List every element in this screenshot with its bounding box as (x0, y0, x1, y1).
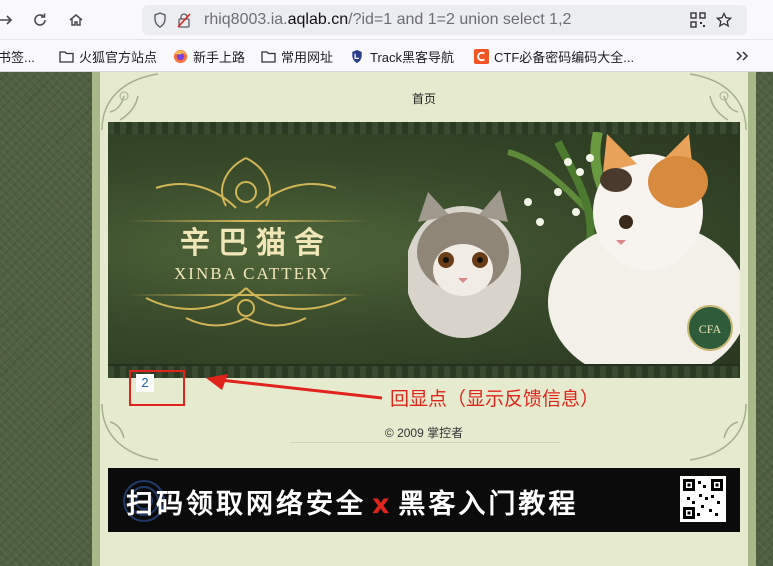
promo-banner[interactable]: 扫码领取网络安全 x 黑客入门教程 (108, 468, 740, 532)
bookmark-item[interactable]: 书签... (0, 47, 35, 65)
browser-toolbar: rhiq8003.ia.aqlab.cn/?id=1 and 1=2 union… (0, 0, 773, 40)
banner-chinese-title: 辛巴猫舍 (180, 226, 332, 261)
bookmarks-bar: 书签... 火狐官方站点 新手上路 常用网址 Track黑客导航 CTF必备密码… (0, 40, 773, 72)
folder-icon (260, 48, 276, 64)
gold-divider (128, 294, 368, 296)
svg-text:CFA: CFA (699, 322, 722, 336)
nav-home-link[interactable]: 首页 (100, 90, 748, 107)
bookmark-item[interactable]: Track黑客导航 (349, 47, 454, 65)
bookmark-label: CTF必备密码编码大全... (494, 49, 635, 65)
promo-right-text: 黑客入门教程 (398, 489, 579, 520)
footer-divider (290, 442, 560, 443)
bookmark-label: 新手上路 (193, 49, 246, 65)
shield-icon (349, 48, 365, 64)
insecure-lock-icon[interactable] (176, 12, 192, 28)
url-path: /?id=1 and 1=2 union select 1,2 (348, 11, 572, 28)
forward-icon[interactable] (0, 8, 18, 32)
url-domain: aqlab.cn (287, 11, 349, 28)
banner-english-title: XINBA CATTERY (174, 264, 333, 283)
copyright-text: © 2009 掌控者 (384, 426, 464, 440)
site-container: 首页 辛巴猫舍 XINBA CATTERY CFA 2 回显点（显示反馈信息） … (100, 72, 748, 566)
promo-text: 扫码领取网络安全 x 黑客入门教程 (126, 482, 578, 521)
banner-border (108, 366, 740, 378)
cattery-banner: 辛巴猫舍 XINBA CATTERY CFA (108, 122, 740, 378)
bookmark-item[interactable]: 常用网址 (260, 47, 333, 65)
url-text[interactable]: rhiq8003.ia.aqlab.cn/?id=1 and 1=2 union… (204, 11, 571, 29)
url-bar[interactable]: rhiq8003.ia.aqlab.cn/?id=1 and 1=2 union… (142, 5, 747, 35)
qr-code[interactable] (680, 476, 726, 522)
bookmark-item[interactable]: 火狐官方站点 (58, 47, 157, 65)
qr-code-icon[interactable] (690, 12, 706, 28)
qr-code-icon (683, 479, 723, 519)
site-frame: 首页 辛巴猫舍 XINBA CATTERY CFA 2 回显点（显示反馈信息） … (92, 72, 756, 566)
red-arrow-icon (206, 374, 383, 400)
promo-x: x (372, 489, 393, 520)
bookmark-item[interactable]: 新手上路 (172, 47, 245, 65)
reload-icon[interactable] (28, 8, 52, 32)
firefox-icon (172, 48, 188, 64)
promo-left-text: 扫码领取网络安全 (126, 489, 366, 520)
page-background: 首页 辛巴猫舍 XINBA CATTERY CFA 2 回显点（显示反馈信息） … (0, 72, 773, 566)
shield-icon[interactable] (152, 12, 168, 28)
cat-photo: CFA (408, 132, 740, 364)
echo-value: 2 (136, 374, 154, 392)
star-bookmark-icon[interactable] (716, 12, 732, 28)
folder-icon (58, 48, 74, 64)
bookmark-label: Track黑客导航 (370, 49, 455, 65)
annotation-label: 回显点（显示反馈信息） (390, 389, 600, 410)
c-logo-icon (473, 48, 489, 64)
bookmark-label: 火狐官方站点 (79, 49, 158, 65)
bookmark-label: 常用网址 (281, 49, 334, 65)
bookmark-item[interactable]: CTF必备密码编码大全... (473, 47, 634, 65)
more-bookmarks-icon[interactable] (735, 47, 749, 65)
home-icon[interactable] (64, 8, 88, 32)
bookmark-label: 书签... (0, 49, 35, 65)
url-prefix: rhiq8003.ia. (204, 11, 288, 28)
